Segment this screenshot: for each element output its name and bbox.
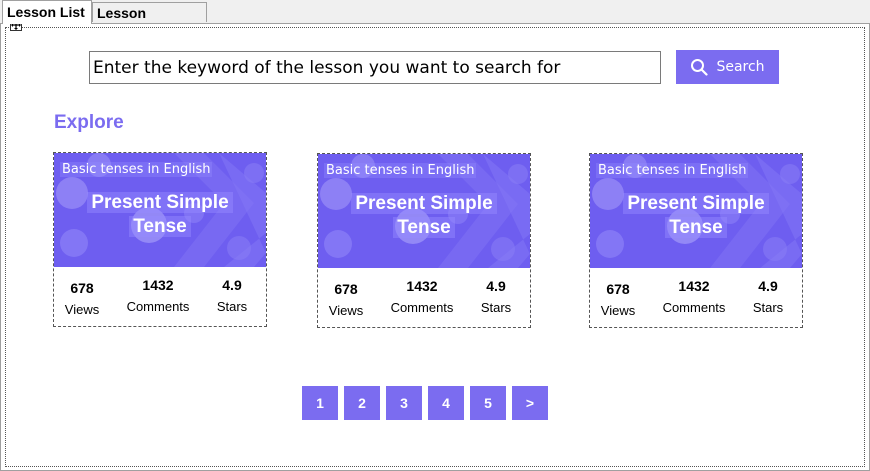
stars-stat: 4.9 Stars	[216, 277, 248, 314]
page-button-2[interactable]: 2	[344, 386, 380, 420]
views-stat: 678 Views	[64, 280, 100, 317]
lesson-category: Basic tenses in English	[596, 163, 749, 178]
lesson-title: Present Simple Tense	[54, 191, 266, 239]
lesson-category: Basic tenses in English	[60, 162, 213, 177]
lesson-title: Present Simple Tense	[318, 192, 530, 240]
lesson-card[interactable]: Basic tenses in English Present Simple Te…	[317, 153, 531, 328]
lesson-title: Present Simple Tense	[590, 192, 802, 240]
tab-strip: Lesson List Lesson Content	[0, 0, 870, 41]
lesson-stats: 678 Views 1432 Comments 4.9 Stars	[54, 267, 266, 326]
next-page-button[interactable]: >	[512, 386, 548, 420]
lesson-thumbnail: Basic tenses in English Present Simple Te…	[318, 154, 530, 268]
lesson-card[interactable]: Basic tenses in English Present Simple Te…	[53, 152, 267, 327]
views-stat: 678 Views	[600, 281, 636, 318]
search-button[interactable]: Search	[676, 50, 779, 84]
page-button-4[interactable]: 4	[428, 386, 464, 420]
comments-stat: 1432 Comments	[390, 278, 454, 315]
lesson-stats: 678 Views 1432 Comments 4.9 Stars	[590, 268, 802, 327]
search-input[interactable]	[89, 51, 661, 84]
tab-lesson-list[interactable]: Lesson List	[2, 0, 92, 24]
lesson-card[interactable]: Basic tenses in English Present Simple Te…	[589, 153, 803, 328]
search-button-label: Search	[716, 59, 765, 75]
lesson-category: Basic tenses in English	[324, 163, 477, 178]
page-button-5[interactable]: 5	[470, 386, 506, 420]
section-title: Explore	[54, 112, 124, 133]
stars-stat: 4.9 Stars	[480, 278, 512, 315]
lesson-stats: 678 Views 1432 Comments 4.9 Stars	[318, 268, 530, 327]
lesson-thumbnail: Basic tenses in English Present Simple Te…	[54, 153, 266, 267]
page-button-1[interactable]: 1	[302, 386, 338, 420]
page-button-3[interactable]: 3	[386, 386, 422, 420]
lesson-thumbnail: Basic tenses in English Present Simple Te…	[590, 154, 802, 268]
tab-lesson-content[interactable]: Lesson Content	[92, 2, 207, 41]
stars-stat: 4.9 Stars	[752, 278, 784, 315]
views-stat: 678 Views	[328, 281, 364, 318]
search-icon	[691, 59, 709, 76]
comments-stat: 1432 Comments	[126, 277, 190, 314]
comments-stat: 1432 Comments	[662, 278, 726, 315]
